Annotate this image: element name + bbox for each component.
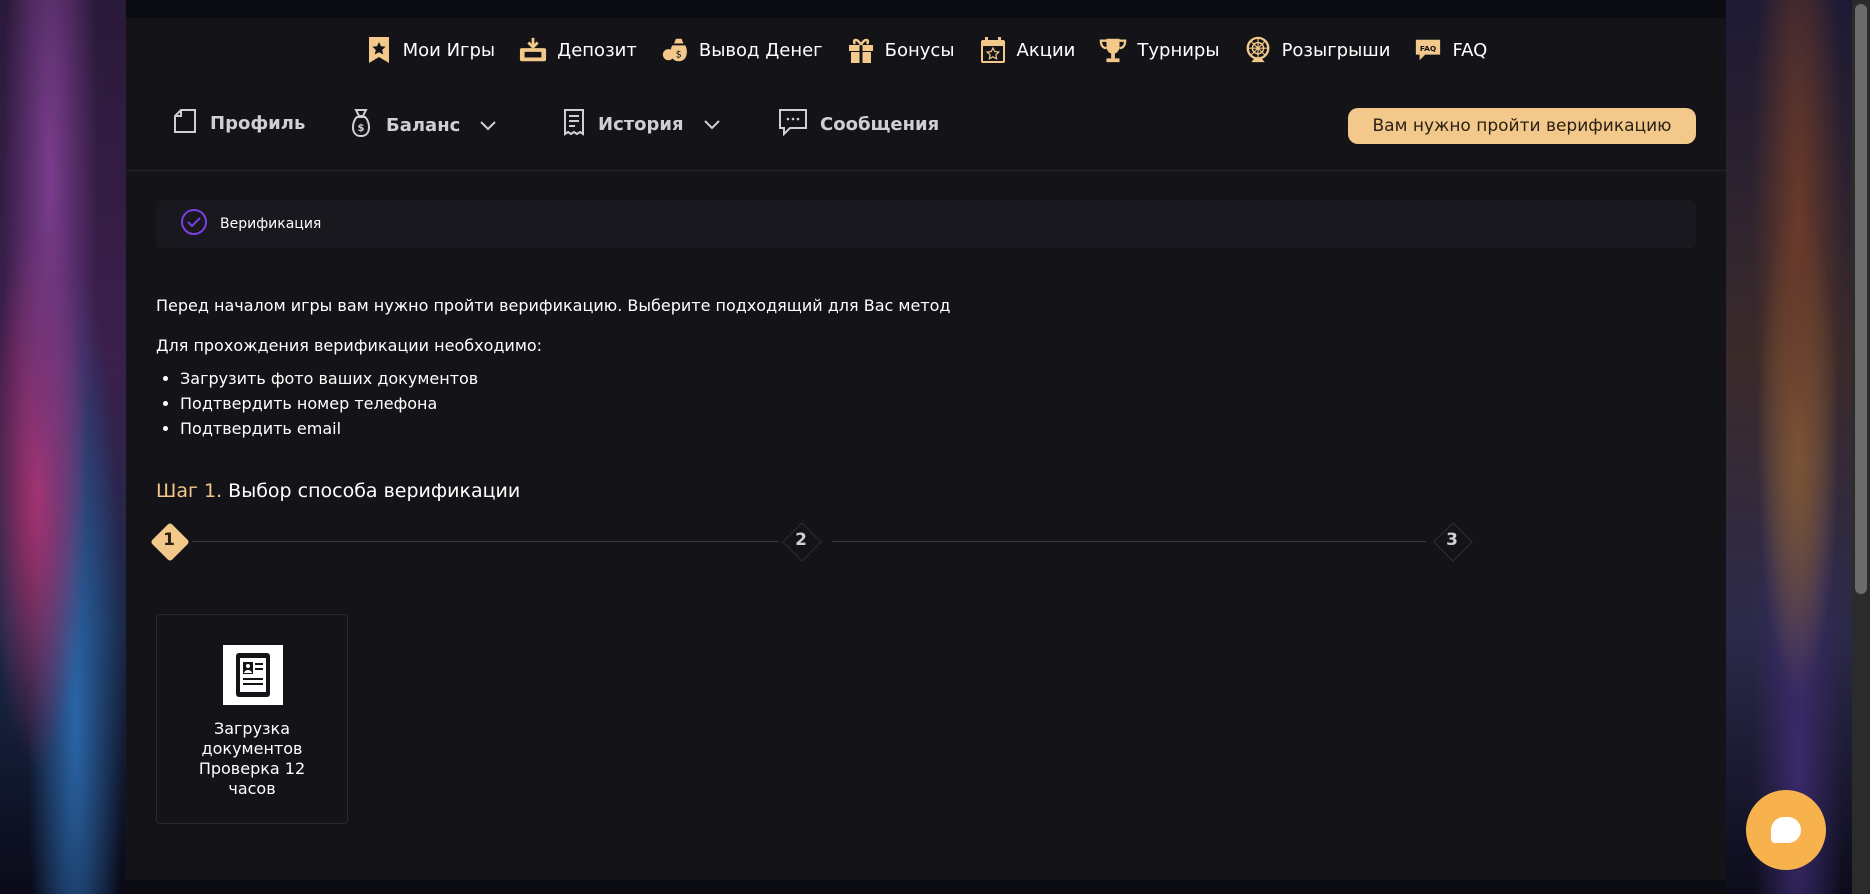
requirements-title: Для прохождения верификации необходимо: xyxy=(156,336,543,355)
calendar-star-icon xyxy=(979,36,1007,64)
nav-item-giveaways[interactable]: Розыгрыши xyxy=(1244,36,1391,64)
nav-item-my-games[interactable]: Мои Игры xyxy=(365,36,496,64)
background-art-right xyxy=(1726,0,1870,894)
list-item: Подтвердить номер телефона xyxy=(180,391,478,416)
prize-wheel-icon xyxy=(1244,36,1272,64)
nav-label: Бонусы xyxy=(884,39,955,61)
background-art-left xyxy=(0,0,126,894)
step-number: 3 xyxy=(1446,530,1458,550)
money-bag-outline-icon: $ xyxy=(348,108,374,143)
trophy-icon xyxy=(1099,36,1127,64)
subnav-history-label: История xyxy=(598,114,684,135)
chevron-down-icon xyxy=(703,114,720,135)
list-item: Загрузить фото ваших документов xyxy=(180,366,478,391)
top-nav: Мои Игры Депозит $ Вывод Денег Бонусы Ак… xyxy=(126,18,1726,82)
method-line: Загрузка xyxy=(213,719,291,738)
money-bag-icon: $ xyxy=(661,36,689,64)
step-number: 1 xyxy=(163,530,175,550)
scrollbar-thumb[interactable] xyxy=(1855,4,1867,594)
chevron-down-icon xyxy=(480,115,497,136)
faq-badge-icon: FAQ xyxy=(1414,36,1442,64)
subnav-profile[interactable]: Профиль xyxy=(172,108,305,139)
nav-item-tournaments[interactable]: Турниры xyxy=(1099,36,1220,64)
step-number: 2 xyxy=(795,530,807,550)
verification-header-label: Верификация xyxy=(220,216,322,232)
svg-text:$: $ xyxy=(676,49,682,60)
stepper-line xyxy=(192,541,778,542)
verification-intro: Перед началом игры вам нужно пройти вери… xyxy=(156,296,951,315)
subnav-balance[interactable]: $ Баланс xyxy=(348,108,497,143)
check-circle-icon xyxy=(180,208,208,240)
verification-required-button[interactable]: Вам нужно пройти верификацию xyxy=(1348,108,1696,144)
receipt-icon xyxy=(562,108,586,141)
stepper-line xyxy=(832,541,1426,542)
nav-label: Вывод Денег xyxy=(698,39,823,61)
requirements-list: Загрузить фото ваших документов Подтверд… xyxy=(156,366,478,441)
support-chat-button[interactable] xyxy=(1746,790,1826,870)
document-id-icon xyxy=(223,645,283,705)
main-panel: Мои Игры Депозит $ Вывод Денег Бонусы Ак… xyxy=(126,18,1726,880)
step-title: Шаг 1. Выбор способа верификации xyxy=(156,480,520,502)
nav-item-faq[interactable]: FAQ FAQ xyxy=(1414,36,1487,64)
nav-label: Депозит xyxy=(557,39,637,61)
verification-header: Верификация xyxy=(156,200,1696,248)
nav-item-deposit[interactable]: Депозит xyxy=(519,36,637,64)
nav-label: Турниры xyxy=(1137,39,1220,61)
nav-label: FAQ xyxy=(1452,39,1488,61)
list-item: Подтвердить email xyxy=(180,416,478,441)
nav-label: Мои Игры xyxy=(402,39,496,61)
nav-item-promotions[interactable]: Акции xyxy=(979,36,1076,64)
profile-icon xyxy=(172,108,198,139)
subnav-profile-label: Профиль xyxy=(210,113,306,134)
step-title-text: Выбор способа верификации xyxy=(228,480,521,502)
chat-dots-icon xyxy=(778,108,808,141)
account-subnav: Профиль $ Баланс История Сообщения Вам н… xyxy=(126,82,1726,171)
method-line: часов xyxy=(228,779,276,798)
nav-item-bonuses[interactable]: Бонусы xyxy=(847,36,955,64)
gift-icon xyxy=(847,36,875,64)
method-card-document-upload[interactable]: Загрузка документов Проверка 12 часов xyxy=(156,614,348,824)
deposit-icon xyxy=(519,36,547,64)
method-card-label: Загрузка документов Проверка 12 часов xyxy=(157,719,347,799)
method-line: документов xyxy=(201,739,303,758)
subnav-messages[interactable]: Сообщения xyxy=(778,108,939,141)
subnav-balance-label: Баланс xyxy=(386,115,461,136)
svg-text:FAQ: FAQ xyxy=(1420,44,1436,53)
verification-stepper: 1 2 3 xyxy=(150,522,1696,562)
page-scrollbar[interactable] xyxy=(1852,0,1870,894)
nav-label: Акции xyxy=(1016,39,1076,61)
star-bookmark-icon xyxy=(365,36,393,64)
step-prefix: Шаг 1. xyxy=(156,480,223,502)
svg-text:$: $ xyxy=(358,123,365,134)
chat-bubble-icon xyxy=(1771,817,1801,843)
verification-content: Верификация Перед началом игры вам нужно… xyxy=(150,200,1696,824)
subnav-messages-label: Сообщения xyxy=(820,114,940,135)
nav-label: Розыгрыши xyxy=(1281,39,1391,61)
nav-item-withdraw[interactable]: $ Вывод Денег xyxy=(661,36,823,64)
method-line: Проверка 12 xyxy=(198,759,306,778)
subnav-history[interactable]: История xyxy=(562,108,720,141)
